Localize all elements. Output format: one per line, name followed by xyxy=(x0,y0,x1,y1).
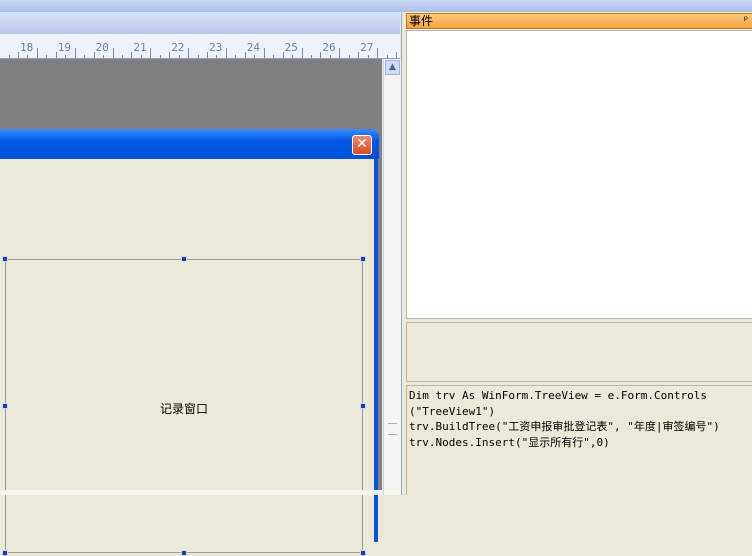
ruler-minor-tick xyxy=(103,55,105,58)
resize-handle-middle-left[interactable] xyxy=(2,403,8,409)
ruler-minor-tick xyxy=(197,55,199,58)
form-designer: 18 19 20 21 22 23 24 25 26 27 ✕ 记录窗口 ▲ xyxy=(0,12,401,556)
form-body[interactable]: 记录窗口 xyxy=(0,159,378,556)
ruler-number: 27 xyxy=(360,41,374,54)
ruler-minor-tick xyxy=(207,52,208,58)
ruler-tick xyxy=(150,48,152,58)
ruler-minor-tick xyxy=(329,55,331,58)
ruler-minor-tick xyxy=(358,52,360,58)
ruler-number: 19 xyxy=(57,41,72,54)
top-strip xyxy=(0,0,752,12)
code-line: trv.BuildTree("工资申报审批登记表", "年度|审签编号") xyxy=(409,420,720,433)
ruler-minor-tick xyxy=(273,55,275,58)
ruler-number: 20 xyxy=(95,41,109,54)
ruler-tick xyxy=(112,48,114,58)
properties-panel: 事件 ᵖ Dim trv As WinForm.TreeView = e.For… xyxy=(401,12,752,495)
resize-handle-middle-right[interactable] xyxy=(360,403,366,409)
ruler-minor-tick xyxy=(367,55,369,58)
ruler-minor-tick xyxy=(216,55,218,58)
ruler-minor-tick xyxy=(8,55,10,58)
ruler-tick xyxy=(263,48,265,58)
ruler-tick xyxy=(36,48,38,58)
resize-handle-top-left[interactable] xyxy=(2,256,8,262)
designed-form-window[interactable]: ✕ 记录窗口 xyxy=(0,129,379,556)
scroll-up-icon[interactable]: ▲ xyxy=(385,60,400,75)
event-code-editor[interactable]: Dim trv As WinForm.TreeView = e.Form.Con… xyxy=(406,385,752,495)
events-title: 事件 xyxy=(409,14,434,28)
ruler-number: 21 xyxy=(133,41,147,54)
ruler-number: 25 xyxy=(284,41,298,54)
ruler-tick xyxy=(74,48,76,58)
ruler-minor-tick xyxy=(320,52,322,58)
ruler-minor-tick xyxy=(292,55,294,58)
horizontal-ruler: 18 19 20 21 22 23 24 25 26 27 xyxy=(0,34,400,59)
ruler-minor-tick xyxy=(140,55,142,58)
ruler-minor-tick xyxy=(244,52,246,58)
resize-handle-bottom-left[interactable] xyxy=(2,550,8,556)
ruler-minor-tick xyxy=(386,55,388,58)
events-header: 事件 ᵖ xyxy=(406,13,752,29)
ruler-minor-tick xyxy=(396,52,397,58)
events-list[interactable] xyxy=(406,30,752,319)
ruler-minor-tick xyxy=(178,55,180,58)
ruler-tick xyxy=(188,48,190,58)
ruler-minor-tick xyxy=(310,55,312,58)
ruler-minor-tick xyxy=(159,55,161,58)
code-line: Dim trv As WinForm.TreeView = e.Form.Con… xyxy=(409,389,708,402)
code-line: trv.Nodes.Insert("显示所有行",0) xyxy=(409,435,610,449)
ruler-minor-tick xyxy=(18,52,19,58)
scroll-grip-icon[interactable] xyxy=(388,423,397,435)
resize-handle-bottom-right[interactable] xyxy=(360,550,366,556)
ruler-header xyxy=(0,12,400,35)
design-canvas[interactable]: ✕ 记录窗口 xyxy=(0,59,382,556)
resize-handle-top-right[interactable] xyxy=(360,256,366,262)
ruler-minor-tick xyxy=(169,52,171,58)
ruler-number: 26 xyxy=(322,41,336,54)
ruler-tick xyxy=(377,48,379,58)
code-line: ("TreeView1") xyxy=(409,404,496,418)
resize-handle-bottom-center[interactable] xyxy=(181,550,187,556)
ruler-minor-tick xyxy=(46,55,48,58)
form-title-bar[interactable]: ✕ xyxy=(0,129,379,159)
ruler-number: 23 xyxy=(209,41,223,54)
resize-handle-top-center[interactable] xyxy=(181,256,187,262)
ruler-minor-tick xyxy=(254,55,256,58)
vertical-scrollbar[interactable]: ▲ xyxy=(383,59,401,495)
ruler-tick xyxy=(225,48,227,58)
ruler-minor-tick xyxy=(93,52,95,58)
record-window-label: 记录窗口 xyxy=(159,402,208,416)
event-description-box xyxy=(406,322,752,382)
ruler-minor-tick xyxy=(27,55,29,58)
ruler-tick xyxy=(301,48,303,58)
ruler-minor-tick xyxy=(65,55,67,58)
ruler-tick xyxy=(339,48,341,58)
ruler-minor-tick xyxy=(235,55,237,58)
ruler-minor-tick xyxy=(121,55,123,58)
horizontal-scrollbar[interactable] xyxy=(0,490,382,495)
ruler-minor-tick xyxy=(84,55,86,58)
record-window-control[interactable]: 记录窗口 xyxy=(5,259,363,553)
ruler-number: 24 xyxy=(246,41,261,54)
ruler-number: 22 xyxy=(171,41,185,54)
ruler-minor-tick xyxy=(282,52,284,58)
close-icon[interactable]: ✕ xyxy=(352,135,372,155)
pin-icon[interactable]: ᵖ xyxy=(744,14,748,28)
ruler-minor-tick xyxy=(131,52,133,58)
ruler-minor-tick xyxy=(55,52,57,58)
ruler-minor-tick xyxy=(348,55,350,58)
ruler-number: 18 xyxy=(20,41,34,54)
